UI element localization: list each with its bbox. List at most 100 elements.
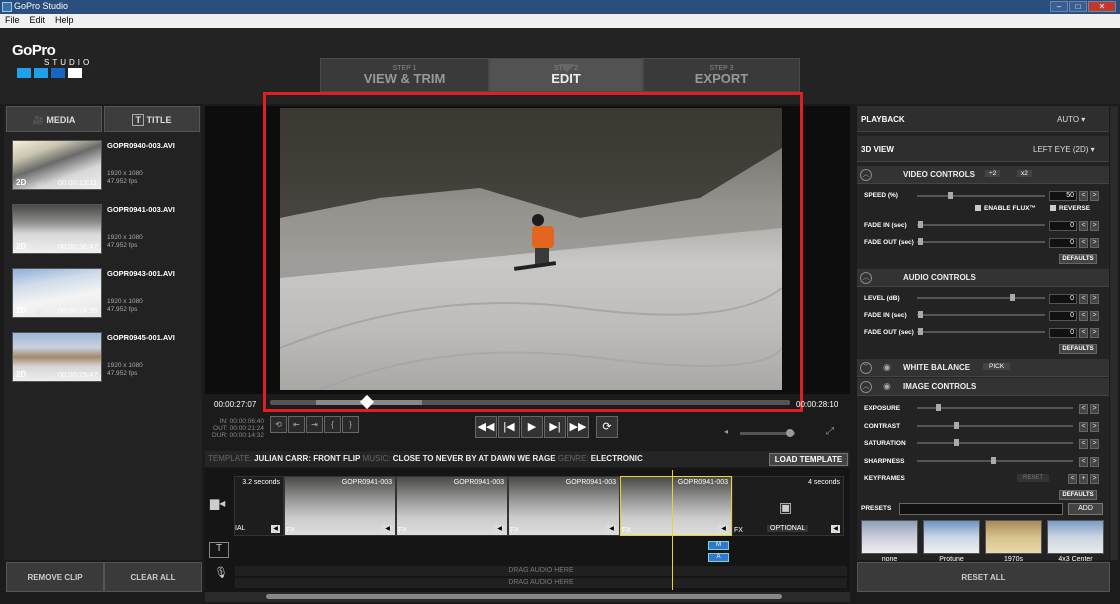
maximize-button[interactable]: □ [1069,1,1087,12]
image-controls-header[interactable]: ︿ ◉ IMAGE CONTROLS [857,378,1109,396]
add-preset-button[interactable]: ADD [1068,503,1103,515]
fade-out-slider[interactable] [917,241,1045,243]
contrast-decrease[interactable]: < [1079,422,1088,432]
level-input[interactable]: 0 [1049,294,1077,304]
fullscreen-icon[interactable]: ⤢ [826,426,834,437]
tab-title[interactable]: T TITLE [104,106,200,132]
media-item[interactable]: 2D ▭ 00:00:13:11 GOPR0940-003.AVI 1920 x… [8,138,196,200]
fade-in-decrease[interactable]: < [1079,221,1088,231]
collapse-icon[interactable]: ︿ [860,381,872,393]
minimize-button[interactable]: – [1050,1,1068,12]
speed-double-button[interactable]: x2 [1017,170,1032,177]
audio-fade-out-input[interactable]: 0 [1049,328,1077,338]
sharpness-increase[interactable]: > [1090,457,1099,467]
visibility-eye-icon[interactable]: ◉ [883,362,891,373]
media-item[interactable]: 2D ▭ 00:00:24:35 GOPR0943-001.AVI 1920 x… [8,266,196,328]
loop-icon[interactable]: ⟲ [270,416,287,433]
image-defaults-button[interactable]: DEFAULTS [1059,490,1097,500]
speed-input[interactable]: 50 [1049,191,1077,201]
fast-forward-icon[interactable]: ▶▶ [567,416,589,438]
menu-file[interactable]: File [0,14,25,26]
level-knob[interactable] [1010,294,1015,301]
menu-edit[interactable]: Edit [25,14,51,26]
audio-drop-zone-1[interactable]: DRAG AUDIO HERE [235,566,847,576]
collapse-icon[interactable]: ︿ [860,272,872,284]
audio-fade-out-increase[interactable]: > [1090,328,1099,338]
video-defaults-button[interactable]: DEFAULTS [1059,254,1097,264]
level-decrease[interactable]: < [1079,294,1088,304]
fade-in-increase[interactable]: > [1090,221,1099,231]
contrast-knob[interactable] [954,422,959,429]
reverse-checkbox[interactable] [1050,205,1056,211]
white-balance-header[interactable]: ﹀ ◉ WHITE BALANCE PICK [857,359,1109,377]
contrast-increase[interactable]: > [1090,422,1099,432]
remove-clip-button[interactable]: REMOVE CLIP [6,562,104,592]
timeline-clip[interactable]: GOPR0941-003 FX ◀ [508,476,620,536]
step-view-trim[interactable]: STEP 1 VIEW & TRIM [320,58,489,92]
rewind-icon[interactable]: ◀◀ [475,416,497,438]
flux-checkbox[interactable] [975,205,981,211]
preset-thumb-1970s[interactable] [985,520,1042,554]
speed-knob[interactable] [948,192,953,199]
load-template-button[interactable]: LOAD TEMPLATE [769,453,848,466]
audio-fade-out-slider[interactable] [917,331,1045,333]
exposure-knob[interactable] [936,404,941,411]
keyframe-add-icon[interactable]: + [1079,474,1088,484]
sharpness-decrease[interactable]: < [1079,457,1088,467]
fx-label[interactable]: FX [510,527,519,534]
tab-media[interactable]: 🎥 MEDIA [6,106,102,132]
level-increase[interactable]: > [1090,294,1099,304]
playhead[interactable] [672,470,673,590]
reset-all-button[interactable]: RESET ALL [857,562,1110,592]
media-item[interactable]: 2D ▭ 00:00:36:47 GOPR0941-003.AVI 1920 x… [8,202,196,264]
timeline-clip[interactable]: GOPR0941-003 FX ◀ [284,476,396,536]
play-icon[interactable]: ▶ [521,416,543,438]
fx-label[interactable]: FX [622,527,631,534]
contrast-slider[interactable] [917,425,1073,427]
audio-drop-zone-2[interactable]: DRAG AUDIO HERE [235,578,847,588]
timeline-clip-selected[interactable]: GOPR0941-003 FX ◀ [620,476,732,536]
step-back-icon[interactable]: |◀ [498,416,520,438]
fade-out-knob[interactable] [918,238,923,245]
pick-button[interactable]: PICK [983,363,1011,370]
level-slider[interactable] [917,297,1045,299]
playback-dropdown[interactable]: AUTO ▾ [1057,115,1085,124]
clear-all-button[interactable]: CLEAR ALL [104,562,202,592]
mark-in-icon[interactable]: ⇤ [288,416,305,433]
preset-name-input[interactable] [899,503,1063,515]
fx-label[interactable]: FX [398,527,407,534]
preset-thumb-none[interactable] [861,520,918,554]
panel-scrollbar[interactable] [1110,106,1118,560]
timeline-scroll-thumb[interactable] [266,594,782,599]
audio-fade-out-knob[interactable] [918,328,923,335]
go-out-icon[interactable]: } [342,416,359,433]
speed-half-button[interactable]: ÷2 [985,170,1001,177]
fade-out-increase[interactable]: > [1090,238,1099,248]
volume-knob[interactable] [786,429,794,437]
fade-out-input[interactable]: 0 [1049,238,1077,248]
exposure-increase[interactable]: > [1090,404,1099,414]
saturation-increase[interactable]: > [1090,439,1099,449]
exposure-decrease[interactable]: < [1079,404,1088,414]
audio-fade-in-input[interactable]: 0 [1049,311,1077,321]
saturation-slider[interactable] [917,442,1073,444]
timeline-clip[interactable]: GOPR0941-003 FX ◀ [396,476,508,536]
fade-in-input[interactable]: 0 [1049,221,1077,231]
video-controls-header[interactable]: ︿ VIDEO CONTROLS ÷2 x2 [857,166,1109,184]
saturation-knob[interactable] [954,439,959,446]
close-button[interactable]: ✕ [1088,1,1116,12]
preset-thumb-4x3-center[interactable] [1047,520,1104,554]
speed-increase[interactable]: > [1090,191,1099,201]
timeline-outro-clip[interactable]: 4 seconds ▣ OPTIONAL FX ◀ [732,476,844,536]
keyframe-reset-button[interactable]: RESET [1017,474,1050,482]
fade-in-slider[interactable] [917,224,1045,226]
timeline-intro-clip[interactable]: 3.2 seconds IAL ◀ [234,476,284,536]
sharpness-knob[interactable] [991,457,996,464]
keyframe-next[interactable]: > [1090,474,1099,484]
step-forward-icon[interactable]: ▶| [544,416,566,438]
3d-view-dropdown[interactable]: LEFT EYE (2D) ▾ [1033,145,1095,154]
audio-fade-in-decrease[interactable]: < [1079,311,1088,321]
audio-fade-in-knob[interactable] [918,311,923,318]
marker-m[interactable]: M [708,541,729,550]
speed-slider[interactable] [917,195,1045,197]
